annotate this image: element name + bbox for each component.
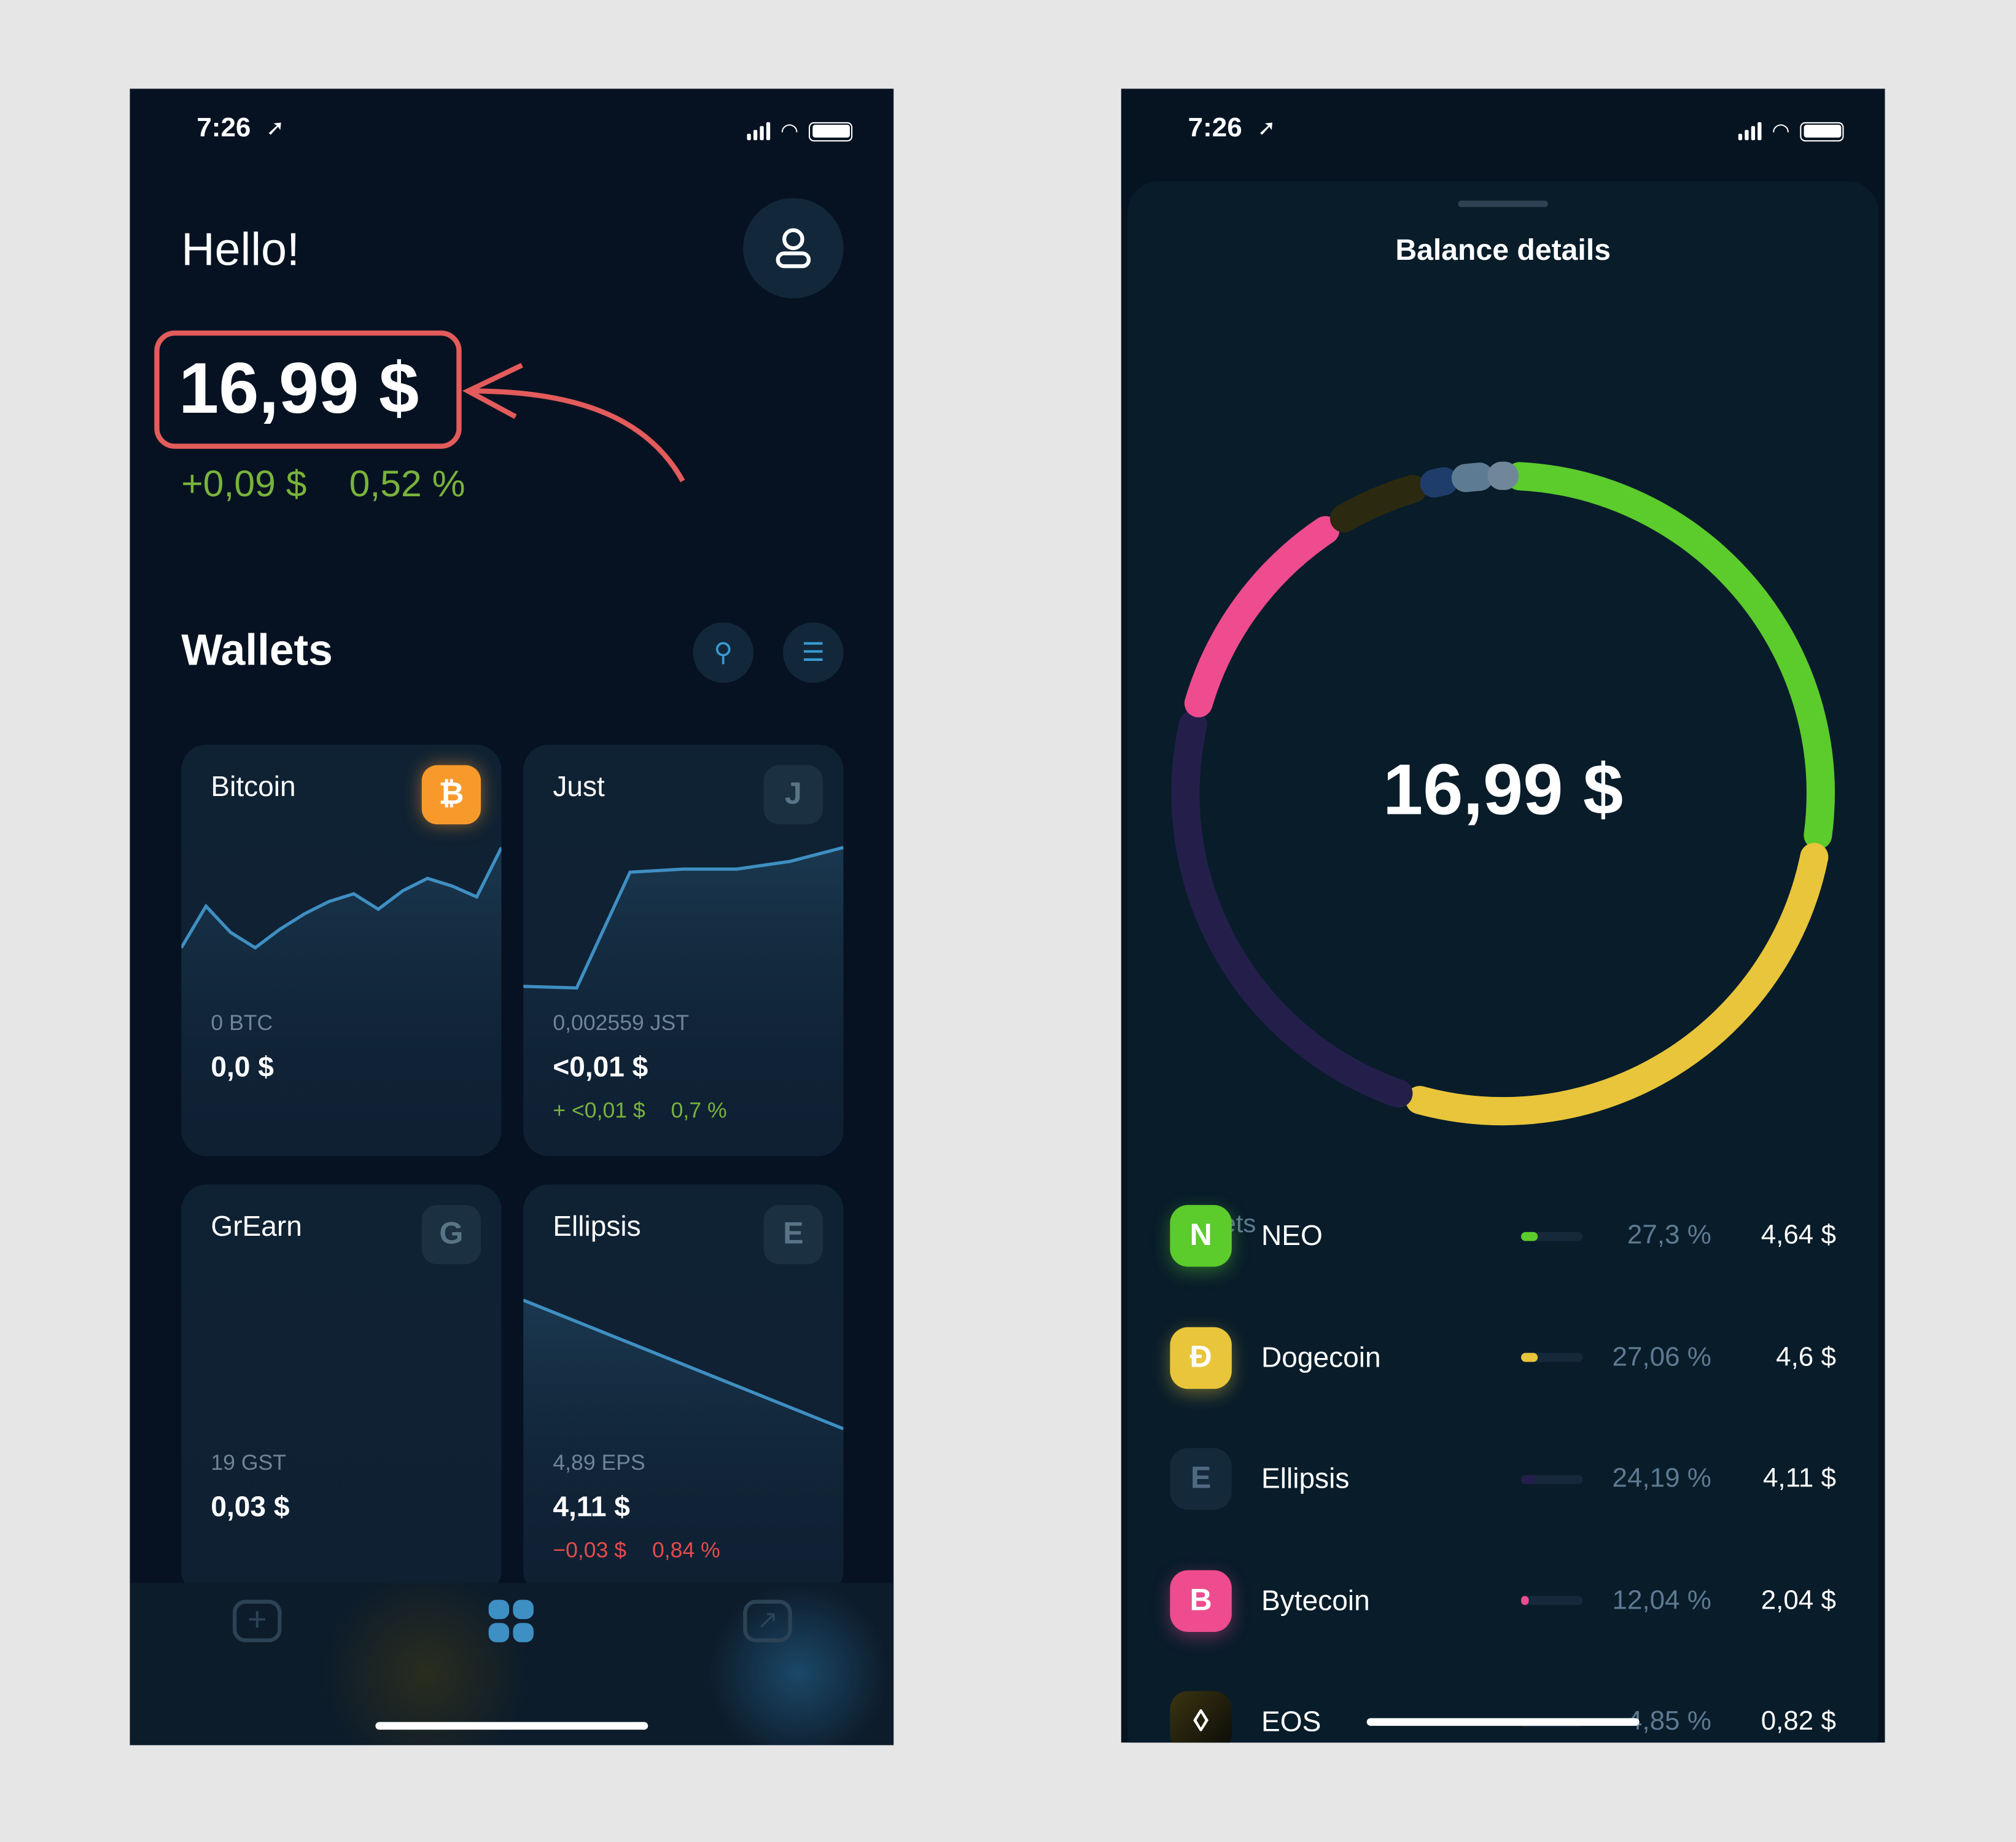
balance-change-amount: +0,09 $ [181,464,307,505]
share-bar-fill [1520,1231,1538,1241]
wallet-change-amount: + <0,01 $ [553,1098,645,1123]
total-balance: 16,99 $ [179,347,419,429]
wallet-row-value: 2,04 $ [1761,1585,1836,1615]
wallet-change-percent: 0,7 % [671,1098,727,1123]
wallet-amount: 4,89 EPS [553,1450,645,1475]
wallet-row-percent: 12,04 % [1612,1585,1711,1615]
wallet-card-grearn[interactable]: GrEarn G 19 GST 0,03 $ [181,1184,502,1596]
wifi-icon: ◠ [1772,120,1790,143]
search-button[interactable]: ⚲ [693,622,753,683]
home-indicator [375,1722,648,1730]
wallet-name: Bitcoin [211,770,296,803]
wallet-row-ellipsis[interactable]: E Ellipsis 24,19 % 4,11 $ [1170,1447,1836,1512]
wallet-card-ellipsis[interactable]: Ellipsis E 4,89 EPS 4,11 $ −0,03 $ 0,84 % [523,1184,844,1596]
wallet-amount: 19 GST [211,1450,287,1475]
clock: 7:26 [1188,113,1242,143]
wallet-change-percent: 0,84 % [652,1538,720,1563]
home-indicator [1366,1718,1640,1726]
home-screen: 7:26 ➚ ◠ Hello! 16,99 $ +0,09 $ 0,52 % W… [130,88,894,1746]
eos-icon: ◊ [1170,1691,1232,1743]
search-icon: ⚲ [714,639,733,668]
profile-button[interactable] [743,198,844,299]
share-bar [1520,1596,1583,1606]
share-bar-fill [1520,1474,1536,1484]
bitcoin-icon: ₿ [421,765,481,825]
clock: 7:26 [197,113,251,143]
grearn-icon: G [421,1204,481,1265]
balance-details-screen: 7:26 ➚ ◠ Balance details 16,99 $ Wallets… [1121,88,1885,1743]
wallet-usd-value: 0,0 $ [211,1050,274,1083]
wallet-row-name: Dogecoin [1261,1340,1381,1373]
wallet-name: GrEarn [211,1210,302,1243]
tab-wallets[interactable] [488,1599,535,1644]
just-icon: J [763,765,823,825]
battery-icon [1800,121,1844,141]
dogecoin-icon: Đ [1170,1326,1232,1389]
donut-segment-eos [1329,475,1427,533]
plus-icon: + [247,1599,267,1639]
share-bar [1520,1474,1583,1484]
status-bar: 7:26 ➚ ◠ [1121,111,1885,149]
ellipsis-icon: E [763,1204,823,1265]
share-bar-fill [1520,1352,1538,1362]
wallet-row-percent: 27,06 % [1612,1341,1711,1372]
tab-add[interactable]: + [232,1599,282,1642]
wallet-row-value: 4,64 $ [1761,1220,1836,1251]
wallet-row-percent: 27,3 % [1627,1220,1711,1251]
donut-segment-bytecoin [1184,516,1340,717]
location-arrow-icon: ➚ [266,115,285,141]
wallet-row-value: 0,82 $ [1761,1706,1836,1736]
menu-icon: ☰ [801,639,825,668]
tab-bar: + ↗ [130,1583,894,1746]
wallet-name: Ellipsis [553,1210,641,1243]
sparkline-area [181,847,502,1157]
wallet-row-name: Bytecoin [1261,1583,1370,1616]
wallet-row-percent: 24,19 % [1612,1463,1711,1493]
wallet-row-eos[interactable]: ◊ EOS 4,85 % 0,82 $ [1170,1690,1836,1743]
battery-icon [809,121,853,141]
signal-icon [1738,122,1762,141]
wallet-row-value: 4,6 $ [1776,1341,1836,1372]
balance-change-percent: 0,52 % [349,464,465,505]
share-bar [1520,1231,1583,1241]
tab-send[interactable]: ↗ [743,1599,792,1642]
wallet-name: Just [553,770,605,803]
wallet-row-name: NEO [1261,1219,1323,1252]
wallet-card-bitcoin[interactable]: Bitcoin ₿ 0 BTC 0,0 $ [181,744,502,1157]
annotation-arrow-icon [462,362,685,483]
wallet-amount: 0,002559 JST [553,1010,689,1036]
wallet-usd-value: 4,11 $ [553,1490,630,1523]
wallet-usd-value: <0,01 $ [553,1050,648,1083]
grid-icon [488,1599,535,1642]
location-arrow-icon: ➚ [1257,115,1276,141]
wallet-row-bytecoin[interactable]: B Bytecoin 12,04 % 2,04 $ [1170,1568,1836,1633]
donut-segment-other-1 [1451,462,1494,493]
menu-button[interactable]: ☰ [783,622,844,683]
user-icon [776,228,811,268]
neo-icon: N [1170,1204,1232,1267]
balance-donut-chart [1171,461,1835,1126]
wallet-row-name: Ellipsis [1261,1462,1350,1494]
donut-total: 16,99 $ [1383,748,1624,830]
share-bar [1520,1352,1583,1362]
wallet-change-amount: −0,03 $ [553,1538,627,1563]
donut-segment-other-0 [1420,467,1458,498]
wallet-row-value: 4,11 $ [1762,1463,1836,1493]
wifi-icon: ◠ [780,120,799,143]
wallet-row-neo[interactable]: N NEO 27,3 % 4,64 $ [1170,1204,1836,1268]
signal-icon [747,122,771,141]
arrow-up-right-icon: ↗ [757,1606,779,1635]
wallet-amount: 0 BTC [211,1010,273,1036]
wallets-heading: Wallets [181,626,333,676]
share-bar-fill [1520,1596,1529,1606]
wallet-usd-value: 0,03 $ [211,1490,290,1523]
bytecoin-icon: B [1170,1569,1232,1631]
donut-segment-dogecoin [1405,843,1829,1126]
wallet-card-just[interactable]: Just J 0,002559 JST <0,01 $ + <0,01 $ 0,7… [523,744,844,1157]
ellipsis-icon: E [1170,1448,1232,1510]
status-bar: 7:26 ➚ ◠ [130,111,893,149]
wallet-row-dogecoin[interactable]: Đ Dogecoin 27,06 % 4,6 $ [1170,1325,1836,1390]
greeting: Hello! [181,222,300,276]
